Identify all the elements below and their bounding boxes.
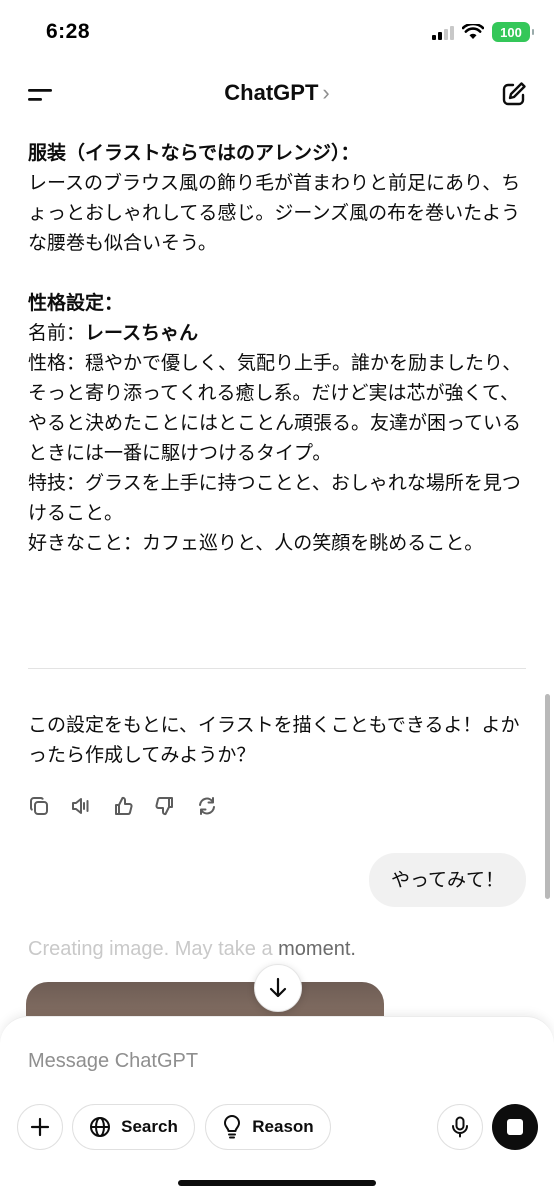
microphone-icon [452,1116,468,1138]
generated-image-preview [26,982,384,1016]
composer: Search Reason [0,1016,554,1200]
scroll-to-bottom-button[interactable] [254,964,302,1012]
lightbulb-icon [224,1115,241,1139]
message-input[interactable] [28,1043,508,1079]
personality-heading: 性格設定： [28,292,124,314]
name-label: 名前： [28,322,86,344]
conversation: 服装（イラストならではのアレンジ）： レースのブラウス風の飾り毛が首まわりと前足… [0,126,554,1016]
creating-status-text: Creating image. May take a [28,938,279,960]
copy-icon[interactable] [28,795,50,817]
status-time: 6:28 [46,20,91,43]
assistant-message: 服装（イラストならではのアレンジ）： レースのブラウス風の飾り毛が首まわりと前足… [28,138,528,558]
reason-label: Reason [252,1117,314,1136]
message-actions [28,795,218,817]
thumbs-down-icon[interactable] [154,795,176,817]
home-indicator [178,1180,376,1186]
followup-text: この設定をもとに、イラストを描くこともできるよ！よかったら作成してみようか？ [28,714,520,766]
likes-text: 好きなこと：カフェ巡りと、人の笑顔を眺めること。 [28,532,484,554]
outfit-heading: 服装（イラストならではのアレンジ）： [28,142,360,164]
chat-screen: 6:28 100 ChatGPT › 服装（イラストならではのアレンジ）： レー… [0,0,554,1200]
skill-text: 特技：グラスを上手に持つことと、おしゃれな場所を見つけること。 [28,472,521,524]
status-icons: 100 [432,22,534,42]
user-message: やってみて！ [368,853,526,907]
add-attachment-button[interactable] [17,1104,63,1150]
section-divider [28,668,526,669]
creating-status-highlight: moment. [278,938,356,960]
name-value: レースちゃん [85,322,199,344]
chevron-right-icon: › [322,80,330,105]
creating-image-status: Creating image. May take a moment. [28,938,356,961]
nav-bar: ChatGPT › [0,64,554,126]
page-title: ChatGPT [224,80,319,105]
assistant-followup: この設定をもとに、イラストを描くこともできるよ！よかったら作成してみようか？ [28,710,528,770]
regenerate-icon[interactable] [196,795,218,817]
personality-text: 性格：穏やかで優しく、気配り上手。誰かを励ましたり、そっと寄り添ってくれる癒し系… [28,352,522,464]
name-line: 名前：レースちゃん [28,318,528,348]
search-button[interactable]: Search [72,1104,195,1150]
plus-icon [30,1117,50,1137]
battery-indicator: 100 [492,22,534,42]
arrow-down-icon [269,977,287,998]
new-chat-icon[interactable] [500,80,528,108]
reason-button[interactable]: Reason [205,1104,331,1150]
scrollbar[interactable] [545,694,550,899]
thumbs-up-icon[interactable] [112,795,134,817]
search-label: Search [121,1117,178,1136]
wifi-icon [462,24,484,39]
read-aloud-icon[interactable] [70,795,92,817]
stop-icon [507,1119,523,1135]
cellular-signal-icon [432,24,454,40]
dictate-button[interactable] [437,1104,483,1150]
model-selector[interactable]: ChatGPT › [0,80,554,106]
outfit-text: レースのブラウス風の飾り毛が首まわりと前足にあり、ちょっとおしゃれしてる感じ。ジ… [28,172,521,254]
status-bar: 6:28 100 [0,0,554,64]
stop-generating-button[interactable] [492,1104,538,1150]
globe-icon [90,1117,111,1137]
